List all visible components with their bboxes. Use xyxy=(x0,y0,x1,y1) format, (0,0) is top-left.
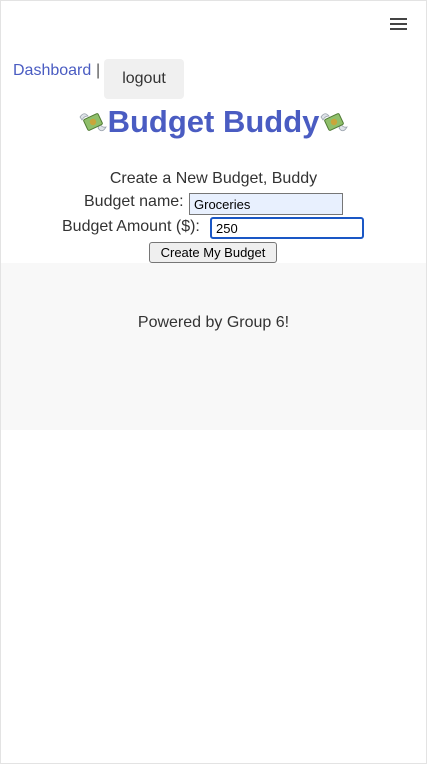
money-with-wings-icon xyxy=(79,113,107,132)
create-budget-button[interactable]: Create My Budget xyxy=(149,242,277,263)
dashboard-link[interactable]: Dashboard xyxy=(13,62,91,80)
budget-amount-input[interactable] xyxy=(210,217,364,239)
page-title: Budget Buddy xyxy=(0,104,427,140)
footer: Powered by Group 6! xyxy=(1,263,426,430)
title-text: Budget Buddy xyxy=(107,104,320,139)
logout-button[interactable]: logout xyxy=(104,59,184,99)
nav-separator: | xyxy=(96,62,101,79)
money-with-wings-icon xyxy=(320,113,349,132)
form-heading: Create a New Budget, Buddy xyxy=(109,170,318,187)
footer-text: Powered by Group 6! xyxy=(137,314,290,331)
budget-amount-label: Budget Amount ($): xyxy=(62,218,200,235)
hamburger-menu-icon[interactable] xyxy=(390,18,407,31)
budget-name-input[interactable] xyxy=(189,193,343,215)
budget-name-label: Budget name: xyxy=(84,193,184,210)
